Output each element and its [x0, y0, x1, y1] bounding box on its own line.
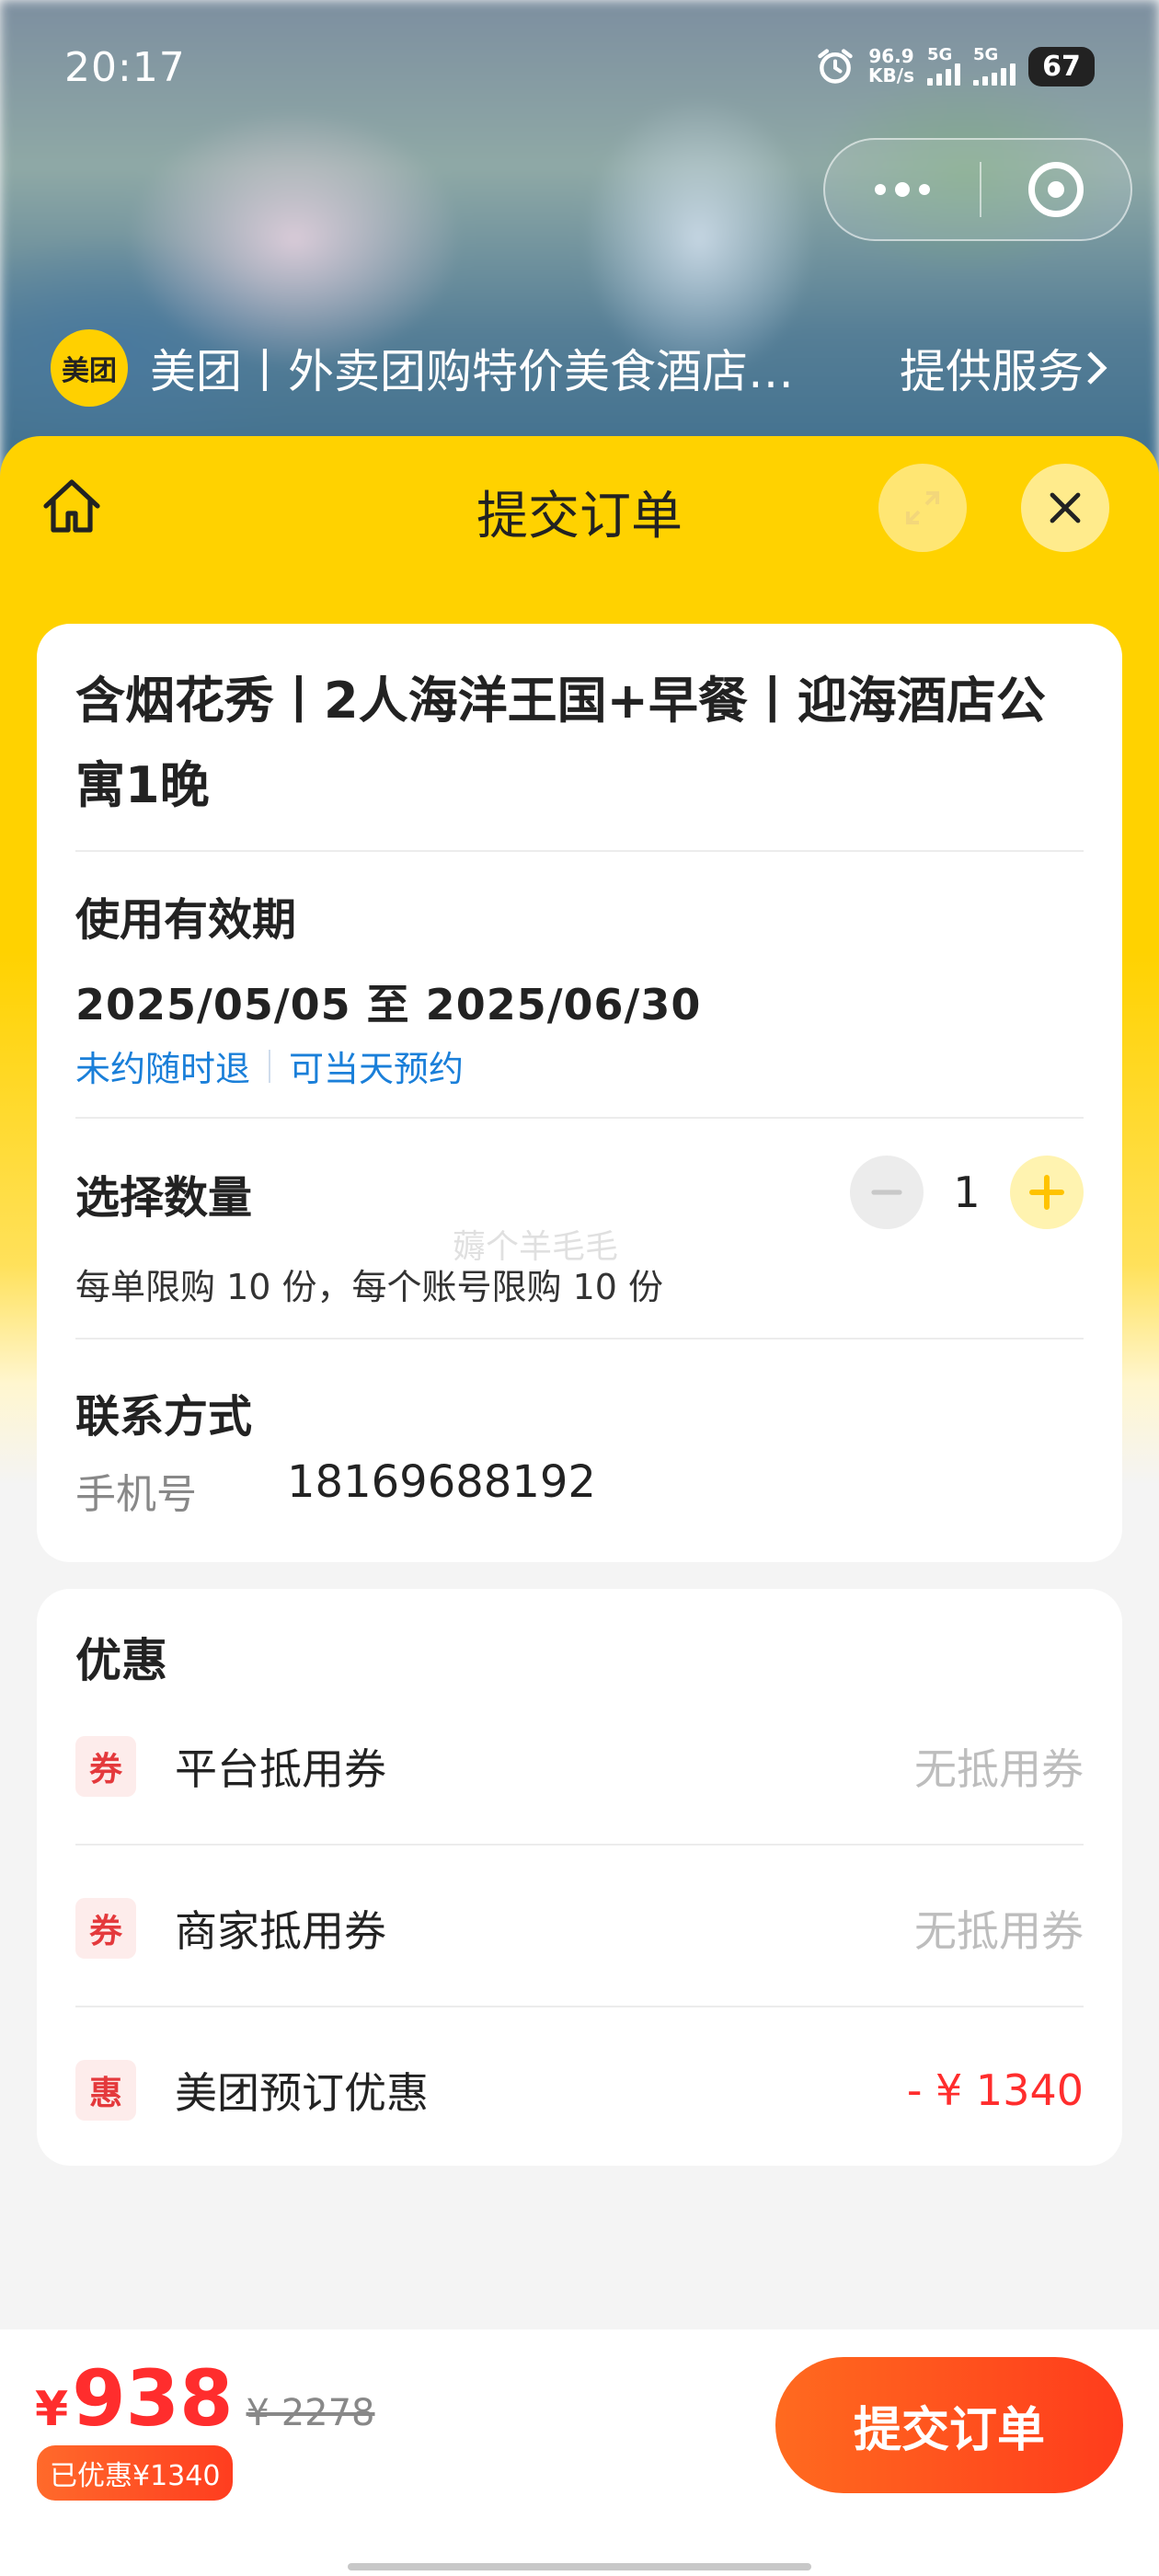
original-price: ¥ 2278 [246, 2392, 375, 2434]
coupon-icon: 券 [75, 1736, 136, 1797]
discount-row-merchant-coupon[interactable]: 券 商家抵用券 无抵用券 [75, 1847, 1084, 2009]
service-link[interactable]: 提供服务 [900, 335, 1111, 401]
close-button[interactable] [1021, 464, 1109, 552]
submit-order-button[interactable]: 提交订单 [775, 2357, 1123, 2493]
order-details-card: 含烟花秀丨2人海洋王国+早餐丨迎海酒店公寓1晚 使用有效期 2025/05/05… [37, 624, 1122, 1562]
discount-value: 无抵用券 [914, 1906, 1084, 1956]
close-icon [1050, 492, 1081, 523]
status-bar: 20:17 96.9 KB/s 5G 5G 67 [0, 0, 1159, 143]
signal-bars-icon [927, 63, 960, 86]
home-indicator[interactable] [348, 2563, 811, 2570]
panel-header: 提交订单 [0, 436, 1159, 583]
service-provider-bar: 美团 美团丨外卖团购特价美食酒店… 提供服务 [0, 322, 1159, 414]
saved-badge: 已优惠¥1340 [37, 2445, 234, 2501]
alarm-icon [818, 49, 853, 84]
signal-sim1: 5G [927, 47, 960, 86]
currency-symbol: ¥ [35, 2382, 69, 2437]
validity-dates: 2025/05/05 至 2025/06/30 [75, 980, 702, 1029]
meituan-logo: 美团 [51, 329, 128, 407]
increase-button[interactable] [1010, 1156, 1084, 1229]
divider [75, 2006, 1084, 2007]
discount-row-booking-offer: 惠 美团预订优惠 - ¥ 1340 [75, 2009, 1084, 2171]
expand-icon [906, 491, 939, 524]
status-icons: 96.9 KB/s 5G 5G 67 [815, 46, 1095, 86]
divider [75, 1117, 1084, 1119]
discount-row-platform-coupon[interactable]: 券 平台抵用券 无抵用券 [75, 1685, 1084, 1847]
contact-heading: 联系方式 [75, 1391, 253, 1443]
decrease-button[interactable] [850, 1156, 924, 1229]
divider [75, 850, 1084, 852]
phone-field[interactable]: 18169688192 [287, 1456, 596, 1508]
quantity-heading: 选择数量 [75, 1172, 253, 1224]
validity-tags: 未约随时退 可当天预约 [75, 1041, 464, 1091]
validity-heading: 使用有效期 [75, 894, 297, 946]
checkout-bar: ¥ 938 ¥ 2278 已优惠¥1340 提交订单 [0, 2329, 1159, 2576]
phone-label: 手机号 [75, 1471, 197, 1518]
plus-icon [1029, 1175, 1064, 1210]
more-options-icon[interactable] [825, 140, 980, 239]
discount-value: 无抵用券 [914, 1744, 1084, 1794]
net-speed: 96.9 KB/s [868, 45, 914, 86]
price-value: 938 [72, 2353, 234, 2444]
mini-program-name: 美团丨外卖团购特价美食酒店… [150, 345, 794, 398]
offer-icon: 惠 [75, 2060, 136, 2121]
signal-bars-icon [973, 63, 1016, 86]
discounts-card: 优惠 券 平台抵用券 无抵用券 券 商家抵用券 无抵用券 惠 美团预订优惠 - … [37, 1589, 1122, 2166]
product-title: 含烟花秀丨2人海洋王国+早餐丨迎海酒店公寓1晚 [75, 672, 1046, 814]
quantity-value: 1 [953, 1167, 981, 1217]
close-mini-program-icon[interactable] [981, 162, 1130, 217]
mini-program-capsule [823, 138, 1132, 241]
chevron-right-icon [1087, 351, 1107, 385]
expand-button[interactable] [878, 464, 967, 552]
minus-icon [871, 1190, 902, 1195]
quantity-stepper: 1 [850, 1156, 1084, 1229]
discount-label: 平台抵用券 [175, 1744, 386, 1794]
divider [75, 1338, 1084, 1340]
discount-label: 商家抵用券 [175, 1906, 386, 1956]
purchase-limit: 每单限购 10 份，每个账号限购 10 份 [75, 1267, 664, 1307]
divider [75, 1844, 1084, 1846]
coupon-icon: 券 [75, 1898, 136, 1959]
page-title: 提交订单 [476, 487, 683, 546]
signal-sim2: 5G [973, 47, 1016, 86]
tag-refund: 未约随时退 [75, 1049, 251, 1089]
tag-divider [269, 1049, 271, 1083]
discount-label: 美团预订优惠 [175, 2068, 429, 2118]
status-time: 20:17 [64, 44, 186, 91]
discount-value: - ¥ 1340 [906, 2065, 1084, 2115]
battery-indicator: 67 [1028, 46, 1095, 86]
total-price: ¥ 938 ¥ 2278 [35, 2353, 375, 2444]
discounts-heading: 优惠 [75, 1634, 167, 1687]
tag-same-day: 可当天预约 [289, 1049, 465, 1089]
